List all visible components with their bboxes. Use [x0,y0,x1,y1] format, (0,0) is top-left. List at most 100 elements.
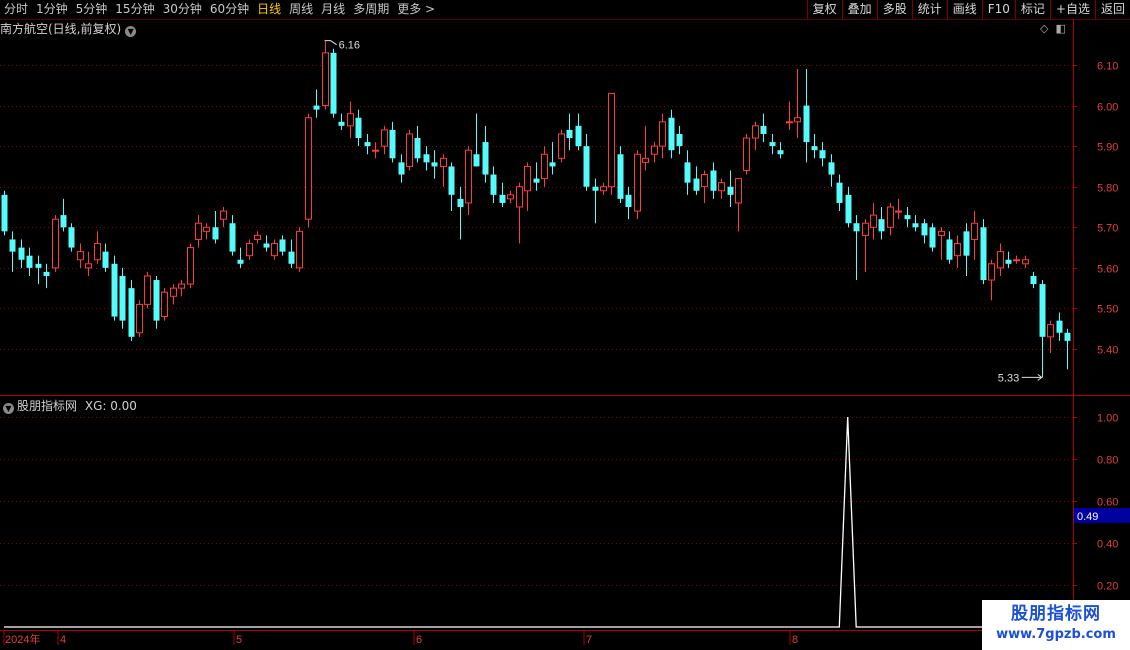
candle-body-down [549,162,556,167]
candle-body-down [389,129,396,159]
candle-body-up [170,287,177,297]
candle-body-up [701,174,708,188]
y-tick-label: 5.50 [1097,304,1118,316]
y-tick-label: 5.90 [1097,142,1118,154]
candle-body-up [220,210,227,220]
candle-body-down [710,170,717,191]
candle-body-down [237,259,244,264]
candle-body-up [372,149,379,152]
candle-body-down [828,162,835,175]
candle-body-down [398,162,405,175]
y-tick-label: 5.70 [1097,223,1118,235]
candle-body-up [718,182,725,192]
high-marker [324,40,337,46]
candle-body-up [144,275,151,305]
candle-body-down [448,166,455,195]
candle-body-up [136,303,143,334]
candle-body-up [786,121,793,124]
candle-body-up [195,222,202,240]
indicator-y-label: 0.60 [1097,497,1118,509]
candle-body-down [102,251,109,268]
candle-body-up [406,133,413,167]
candle-body-up [1047,324,1054,338]
cursor-value: 0.49 [1077,511,1098,523]
candle-body-up [735,178,742,204]
candle-body-down [769,142,776,147]
candle-body-up [938,230,945,236]
candle-body-down [279,239,286,252]
candle-body-down [1,194,8,232]
candle-body-up [971,222,978,240]
candle-body-down [1005,259,1012,264]
chart-canvas[interactable]: 6.10 6.00 5.90 5.80 5.70 5.60 5.50 5.40 6.16 5.33… [0,0,1130,650]
candle-body-down [482,142,489,175]
candle-body-up [608,92,615,188]
candle-body-down [668,117,675,151]
candle-body-down [9,239,16,252]
candle-body-down [929,227,936,248]
candle-body-down [1039,284,1046,337]
x-axis-label: 5 [236,634,242,646]
candle-body-up [558,133,565,159]
candle-body-down [912,223,919,228]
candle-body-up [254,234,261,240]
candle-body-down [921,223,928,236]
candle-body-down [819,150,826,159]
candle-body-up [988,263,995,281]
candle-body-down [313,105,320,110]
candle-body-down [1030,275,1037,285]
candle-body-down [119,275,126,321]
candle-body-down [423,154,430,163]
candle-body-down [18,247,25,260]
candle-body-up [440,157,447,167]
candle-body-up [246,243,253,257]
candle-body-up [1013,259,1020,262]
indicator-y-label: 0.20 [1097,581,1118,593]
candle-body-up [94,243,101,261]
candle-body-down [330,52,337,114]
candle-body-down [212,227,219,240]
watermark-title: 股朋指标网 [1011,604,1101,624]
candle-body-up [203,226,210,232]
candle-body-down [153,280,160,321]
candle-body-down [845,194,852,224]
x-axis-label: 2024年 [5,632,40,646]
candle-body-up [322,52,329,107]
candle-body-up [516,186,523,208]
candle-body-down [355,117,362,139]
candle-body-down [364,142,371,147]
candle-body-down [111,263,118,317]
candle-body-up [659,121,666,147]
candle-body-down [60,215,67,228]
indicator-y-label: 0.40 [1097,539,1118,551]
candle-body-up [1022,259,1029,265]
candle-body-down [575,125,582,147]
x-axis-label: 6 [416,634,422,646]
candle-body-down [431,162,438,167]
candle-body-up [507,194,514,200]
candle-body-down [128,288,135,337]
candle-body-down [263,243,270,248]
candle-body-up [465,149,472,204]
candle-body-down [617,154,624,199]
high-label: 6.16 [339,40,360,52]
candle-body-down [43,271,50,276]
candle-body-down [625,194,632,207]
indicator-y-label: 0.80 [1097,455,1118,467]
low-label: 5.33 [998,372,1019,384]
candle-body-up [77,251,84,261]
candle-body-up [187,247,194,285]
candle-body-down [836,182,843,203]
candle-body-down [229,223,236,252]
xg-signal-line [4,416,1068,628]
candle-body-up [271,243,278,257]
candle-body-down [980,227,987,281]
candle-body-down [338,121,345,126]
candle-body-up [600,186,607,192]
x-axis-label: 4 [60,634,66,646]
y-tick-label: 5.40 [1097,345,1118,357]
candle-body-down [490,174,497,195]
candle-body-down [727,186,734,195]
candle-body-down [853,223,860,232]
y-tick-label: 6.10 [1097,61,1118,73]
